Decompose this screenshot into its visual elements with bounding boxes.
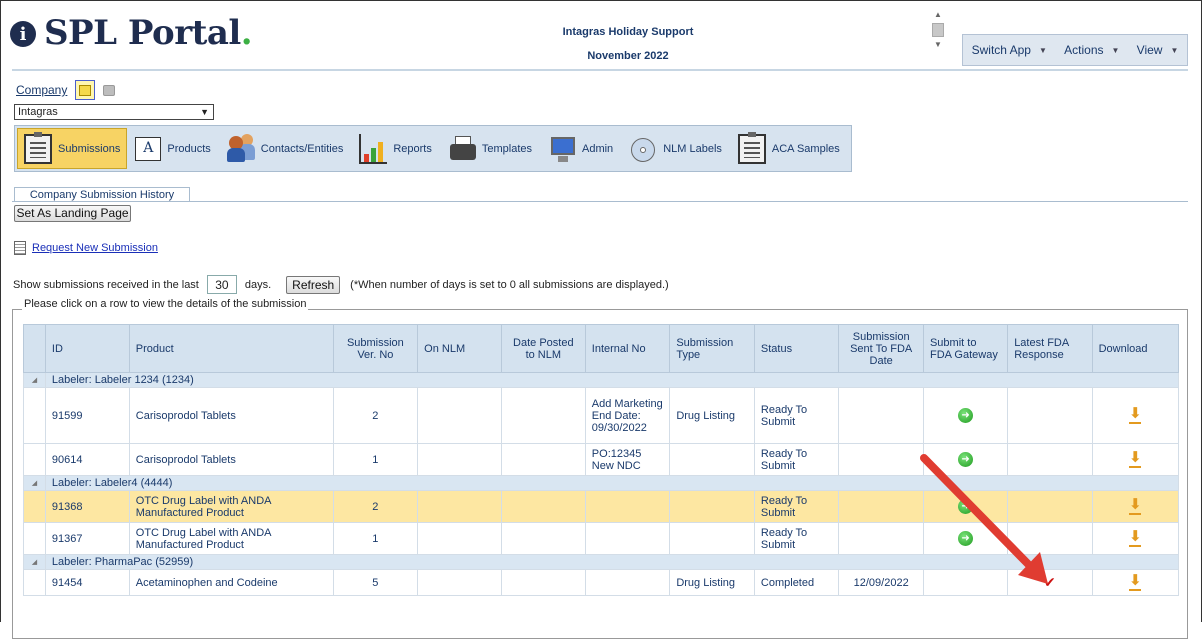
chevron-down-icon: ▼ [1111, 45, 1120, 55]
company-link[interactable]: Company [16, 83, 67, 97]
col-header-submission-type[interactable]: Submission Type [669, 324, 755, 373]
monitor-icon [548, 134, 576, 164]
tab-divider [12, 201, 1188, 202]
nav-reports[interactable]: Reports [351, 128, 440, 169]
refresh-button[interactable]: Refresh [286, 275, 341, 294]
printer-icon [448, 134, 476, 164]
chevron-down-icon: ▼ [1170, 45, 1179, 55]
collapse-icon[interactable]: ◢ [32, 559, 37, 566]
submit-arrow-icon[interactable]: ➜ [958, 408, 974, 423]
tab-company-submission-history[interactable]: Company Submission History [14, 187, 190, 202]
col-header-id[interactable]: ID [44, 324, 130, 373]
header-line-1: Intagras Holiday Support [562, 26, 694, 38]
app-logo[interactable]: i SPL Portal. [10, 13, 253, 53]
scroll-up-icon[interactable]: ▲ [930, 10, 946, 20]
header-scrollbar[interactable]: ▲ ▼ [930, 10, 946, 60]
nav-aca-samples[interactable]: ACA Samples [730, 128, 848, 169]
download-icon[interactable]: ⬇ [1129, 497, 1142, 515]
request-new-submission-link[interactable]: Request New Submission [32, 242, 158, 254]
group-label: Labeler: PharmaPac (52959) [44, 554, 1180, 570]
top-menu: Switch App ▼ Actions ▼ View ▼ [962, 34, 1188, 66]
col-header-sent-date[interactable]: Submission Sent To FDA Date [838, 324, 924, 373]
table-row[interactable]: 91599 Carisoprodol Tablets 2 Add Marketi… [23, 387, 1180, 444]
download-icon[interactable]: ⬇ [1129, 529, 1142, 547]
group-row[interactable]: ◢ Labeler: PharmaPac (52959) [23, 554, 1180, 570]
submissions-table: ID Product Submission Ver. No On NLM Dat… [23, 324, 1180, 596]
group-row[interactable]: ◢ Labeler: Labeler4 (4444) [23, 475, 1180, 491]
download-icon[interactable]: ⬇ [1129, 450, 1142, 468]
nav-products[interactable]: A Products [127, 128, 218, 169]
disc-icon [629, 134, 657, 164]
header-divider [12, 69, 1188, 71]
col-header-download[interactable]: Download [1091, 324, 1180, 373]
collapse-icon[interactable]: ◢ [32, 480, 37, 487]
group-label: Labeler: Labeler 1234 (1234) [44, 372, 1180, 388]
document-icon: A [135, 136, 162, 161]
submit-arrow-icon[interactable]: ➜ [958, 531, 974, 546]
col-header-internal-no[interactable]: Internal No [584, 324, 671, 373]
col-header-submit-gateway[interactable]: Submit to FDA Gateway [922, 324, 1009, 373]
table-row[interactable]: 91367 OTC Drug Label with ANDA Manufactu… [23, 522, 1180, 555]
clipboard-icon [24, 131, 52, 164]
nav-admin[interactable]: Admin [540, 128, 621, 169]
col-header-status[interactable]: Status [753, 324, 840, 373]
checkmark-icon[interactable]: ✔ [1044, 574, 1056, 590]
clipboard-icon [737, 131, 766, 164]
group-row[interactable]: ◢ Labeler: Labeler 1234 (1234) [23, 372, 1180, 388]
download-icon[interactable]: ⬇ [1129, 573, 1142, 591]
nav-nlm-labels[interactable]: NLM Labels [621, 128, 730, 169]
group-label: Labeler: Labeler4 (4444) [44, 475, 1180, 491]
header-title: Intagras Holiday Support November 2022 [528, 20, 728, 68]
note-icon[interactable] [75, 80, 96, 100]
comment-icon[interactable] [103, 84, 116, 96]
chevron-down-icon: ▼ [1038, 45, 1047, 55]
chart-icon [359, 133, 388, 164]
module-nav: Submissions A Products Contacts/Entities… [14, 125, 852, 172]
days-filter: Show submissions received in the last 30… [13, 275, 669, 294]
col-header-ver-no[interactable]: Submission Ver. No [332, 324, 419, 373]
table-row[interactable]: 91454 Acetaminophen and Codeine 5 Drug L… [23, 569, 1180, 596]
col-header-date-posted[interactable]: Date Posted to NLM [500, 324, 586, 373]
table-row[interactable]: 91368 OTC Drug Label with ANDA Manufactu… [23, 490, 1180, 523]
header-line-2: November 2022 [587, 50, 669, 62]
col-header-on-nlm[interactable]: On NLM [417, 324, 502, 373]
nav-templates[interactable]: Templates [440, 128, 540, 169]
view-menu[interactable]: View ▼ [1137, 43, 1179, 57]
table-row[interactable]: 90614 Carisoprodol Tablets 1 PO:12345 Ne… [23, 443, 1180, 476]
days-input[interactable]: 30 [206, 275, 237, 294]
set-landing-page-button[interactable]: Set As Landing Page [14, 205, 131, 222]
download-icon[interactable]: ⬇ [1129, 406, 1142, 424]
nav-contacts-entities[interactable]: Contacts/Entities [219, 128, 352, 169]
header-spacer [23, 324, 46, 373]
switch-app-menu[interactable]: Switch App ▼ [972, 43, 1047, 57]
actions-menu[interactable]: Actions ▼ [1064, 43, 1119, 57]
submit-arrow-icon[interactable]: ➜ [958, 452, 974, 467]
document-icon [14, 241, 26, 255]
scroll-down-icon[interactable]: ▼ [930, 40, 946, 50]
fieldset-legend: Please click on a row to view the detail… [22, 298, 309, 310]
people-icon [226, 133, 255, 164]
scroll-thumb[interactable] [932, 23, 944, 37]
col-header-product[interactable]: Product [128, 324, 334, 373]
company-select[interactable]: Intagras ▼ [14, 104, 214, 120]
nav-submissions[interactable]: Submissions [17, 128, 128, 169]
logo-text: SPL Portal. [44, 13, 253, 53]
request-new-submission[interactable]: Request New Submission [14, 241, 158, 255]
company-row: Company [16, 80, 116, 100]
col-header-latest-response[interactable]: Latest FDA Response [1007, 324, 1093, 373]
table-header-row: ID Product Submission Ver. No On NLM Dat… [23, 324, 1180, 373]
collapse-icon[interactable]: ◢ [32, 377, 37, 384]
submit-arrow-icon[interactable]: ➜ [958, 499, 974, 514]
chevron-down-icon: ▼ [200, 107, 209, 117]
info-badge-icon: i [10, 21, 36, 47]
